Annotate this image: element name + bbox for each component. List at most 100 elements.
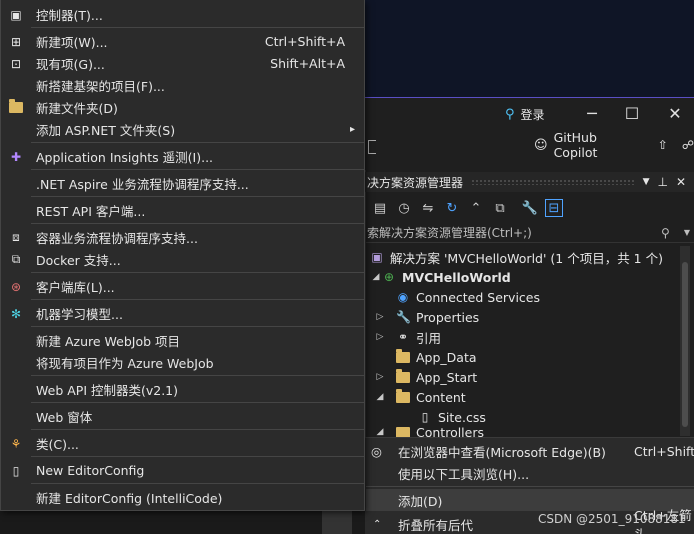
client-library-icon: ⊛ xyxy=(10,279,22,294)
menu-item-web-form[interactable]: Web 窗体 xyxy=(2,406,365,427)
menu-item-existing-item[interactable]: ⊡ 现有项(G)... Shift+Alt+A xyxy=(2,53,365,74)
browse-with-item[interactable]: 使用以下工具浏览(H)... xyxy=(365,462,694,484)
properties-wrench-icon[interactable]: 🔧 xyxy=(521,199,539,217)
menu-item-client-library[interactable]: ⊛ 客户端库(L)... xyxy=(2,276,365,297)
search-icon[interactable]: ⚲ xyxy=(661,226,670,240)
tree-connected-services[interactable]: ◉ Connected Services xyxy=(384,287,540,307)
menu-separator xyxy=(31,142,365,143)
show-all-files-icon[interactable]: ⧉ xyxy=(491,199,509,217)
solution-explorer-search[interactable]: 索解决方案资源管理器(Ctrl+;) ⚲ ▼ xyxy=(365,223,694,243)
solution-explorer-header: 决方案资源管理器 ▼ ⊥ ✕ xyxy=(365,172,694,192)
folder-icon xyxy=(396,427,410,437)
menu-item-class[interactable]: ⚘ 类(C)... xyxy=(2,433,365,454)
collapsed-arrow-icon[interactable]: ▷ xyxy=(374,372,386,382)
menu-item-container[interactable]: ⧈ 容器业务流程协调程序支持... xyxy=(2,227,365,248)
drag-grip[interactable] xyxy=(471,179,635,185)
tree-site-css[interactable]: ▯ Site.css xyxy=(418,407,486,427)
menu-item-label: 将现有项目作为 Azure WebJob xyxy=(36,356,214,371)
login-button[interactable]: ⚲ 登录 xyxy=(505,104,545,124)
copilot-button[interactable]: ☺ GitHub Copilot ⇧ ☍ xyxy=(534,130,694,160)
expanded-arrow-icon[interactable]: ◢ xyxy=(374,392,386,402)
properties-label: Properties xyxy=(416,309,480,325)
tree-properties[interactable]: ▷ 🔧 Properties xyxy=(374,307,480,327)
bottom-scroll-block xyxy=(322,511,352,534)
wrench-icon: 🔧 xyxy=(396,310,411,324)
view-in-browser-label: 在浏览器中查看(Microsoft Edge)(B) xyxy=(398,444,606,460)
browser-icon: ◎ xyxy=(371,443,382,459)
menu-item-app-insights[interactable]: ✚ Application Insights 遥测(I)... xyxy=(2,146,365,167)
feedback-icon[interactable]: ☍ xyxy=(682,138,694,152)
folder-icon xyxy=(396,368,410,383)
menu-item-new-webjob[interactable]: 新建 Azure WebJob 项目 xyxy=(2,330,365,351)
menu-item-label: New EditorConfig xyxy=(36,463,145,478)
history-icon[interactable]: ◷ xyxy=(395,199,413,217)
menu-item-label: 新建 EditorConfig (IntelliCode) xyxy=(36,491,223,506)
menu-item-label: 添加 ASP.NET 文件夹(S) xyxy=(36,123,176,138)
content-label: Content xyxy=(416,389,466,405)
menu-item-scaffolded[interactable]: 新搭建基架的项目(F)... xyxy=(2,75,365,96)
tree-app-data[interactable]: App_Data xyxy=(396,347,477,367)
collapse-all-icon[interactable]: ⌃ xyxy=(467,199,485,217)
minimize-button[interactable]: ─ xyxy=(575,100,609,126)
menu-separator xyxy=(31,299,365,300)
tree-project[interactable]: ◢ ⊕ MVCHelloWorld xyxy=(370,267,511,287)
submenu-arrow-icon: ▸ xyxy=(349,124,355,135)
tree-app-start[interactable]: ▷ App_Start xyxy=(374,367,477,387)
collapse-all-label: 折叠所有后代 xyxy=(398,517,474,533)
collapsed-arrow-icon[interactable]: ▷ xyxy=(374,312,386,322)
tree-controllers[interactable]: ◢ Controllers xyxy=(374,427,484,437)
menu-item-rest-api[interactable]: REST API 客户端... xyxy=(2,200,365,221)
browse-with-label: 使用以下工具浏览(H)... xyxy=(398,466,530,482)
tree-references[interactable]: ▷ ⚭ 引用 xyxy=(374,327,441,347)
menu-separator xyxy=(31,223,365,224)
maximize-button[interactable]: ☐ xyxy=(615,100,649,126)
preview-icon[interactable]: ⊟ xyxy=(545,199,563,217)
refresh-icon[interactable]: ↻ xyxy=(443,199,461,217)
sync-icon[interactable]: ▤ xyxy=(371,199,389,217)
menu-item-webapi-controller[interactable]: Web API 控制器类(v2.1) xyxy=(2,379,365,400)
menu-item-ml-model[interactable]: ✻ 机器学习模型... xyxy=(2,303,365,324)
menu-item-label: 新建 Azure WebJob 项目 xyxy=(36,334,181,349)
search-options-icon[interactable]: ▼ xyxy=(684,228,690,237)
tree-content[interactable]: ◢ Content xyxy=(374,387,466,407)
collapsed-arrow-icon[interactable]: ▷ xyxy=(374,332,386,342)
close-button[interactable]: ✕ xyxy=(658,100,692,126)
menu-item-label: Web API 控制器类(v2.1) xyxy=(36,383,179,398)
solution-label: 解决方案 'MVCHelloWorld' (1 个项目，共 1 个) xyxy=(390,250,663,266)
menu-item-editorconfig[interactable]: ▯ New EditorConfig xyxy=(2,460,365,481)
menu-item-label: Docker 支持... xyxy=(36,253,121,268)
menu-item-label: 机器学习模型... xyxy=(36,307,123,322)
menu-separator xyxy=(31,483,365,484)
menu-item-controller[interactable]: ▣ 控制器(T)... xyxy=(2,4,365,25)
controllers-label: Controllers xyxy=(416,427,484,437)
menu-separator xyxy=(31,326,365,327)
expanded-arrow-icon[interactable]: ◢ xyxy=(374,427,386,437)
menu-separator xyxy=(31,272,365,273)
person-add-icon: ⚲ xyxy=(505,106,515,122)
toolbar-fragment xyxy=(368,140,376,154)
tree-solution[interactable]: ▣ 解决方案 'MVCHelloWorld' (1 个项目，共 1 个) xyxy=(370,247,663,267)
solution-explorer-toolbar: ▤ ◷ ⇋ ↻ ⌃ ⧉ 🔧 ⊟ xyxy=(365,195,694,221)
menu-item-aspnet-folder[interactable]: 添加 ASP.NET 文件夹(S) ▸ xyxy=(2,119,365,140)
menu-item-existing-webjob[interactable]: 将现有项目作为 Azure WebJob xyxy=(2,352,365,373)
view-in-browser-item[interactable]: ◎ 在浏览器中查看(Microsoft Edge)(B) Ctrl+Shift+ xyxy=(365,440,694,462)
pin-icon[interactable]: ⊥ xyxy=(657,175,667,189)
menu-item-new-item[interactable]: ⊞ 新建项(W)... Ctrl+Shift+A xyxy=(2,31,365,52)
menu-item-editorconfig-intellicode[interactable]: 新建 EditorConfig (IntelliCode) xyxy=(2,487,365,508)
scrollbar-thumb[interactable] xyxy=(682,262,688,427)
project-label: MVCHelloWorld xyxy=(402,269,511,285)
share-icon[interactable]: ⇧ xyxy=(658,138,668,152)
maximize-icon: ☐ xyxy=(624,103,640,123)
menu-separator xyxy=(31,456,365,457)
menu-item-aspire[interactable]: .NET Aspire 业务流程协调程序支持... xyxy=(2,173,365,194)
dropdown-icon[interactable]: ▼ xyxy=(643,177,650,187)
class-icon: ⚘ xyxy=(10,436,22,451)
pending-changes-icon[interactable]: ⇋ xyxy=(419,199,437,217)
menu-item-new-folder[interactable]: 新建文件夹(D) xyxy=(2,97,365,118)
copilot-icon: ☺ xyxy=(534,137,548,153)
menu-item-docker[interactable]: ⧉ Docker 支持... xyxy=(2,249,365,270)
panel-close-icon[interactable]: ✕ xyxy=(676,175,686,189)
expanded-arrow-icon[interactable]: ◢ xyxy=(370,272,382,282)
menu-separator xyxy=(31,375,365,376)
watermark: CSDN @2501_91088181 xyxy=(538,512,686,526)
